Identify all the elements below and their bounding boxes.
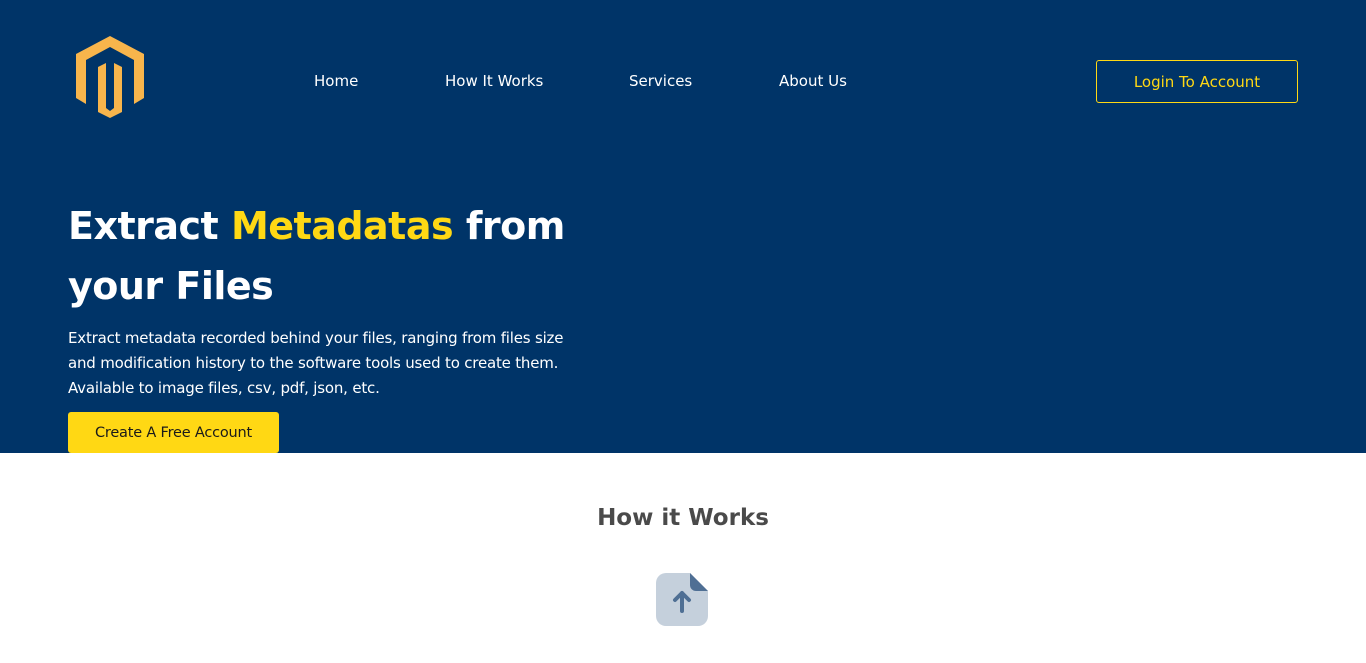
create-account-button[interactable]: Create A Free Account	[68, 412, 279, 453]
file-upload-icon	[656, 573, 708, 626]
login-button[interactable]: Login To Account	[1096, 60, 1298, 103]
hero-subtitle: Extract metadata recorded behind your fi…	[68, 329, 564, 397]
hero-headline: Extract Metadatas from your Files	[68, 196, 588, 316]
how-it-works-title: How it Works	[597, 505, 769, 531]
headline-text-pre: Extract	[68, 204, 231, 248]
nav-services-link[interactable]: Services	[629, 71, 692, 91]
hero-section: Home How It Works Services About Us Logi…	[0, 0, 1366, 453]
headline-accent: Metadatas	[230, 204, 454, 248]
nav-how-it-works-link[interactable]: How It Works	[445, 71, 543, 91]
nav-about-us-link[interactable]: About Us	[779, 71, 847, 91]
logo-icon[interactable]	[74, 34, 146, 118]
nav-home-link[interactable]: Home	[314, 71, 358, 91]
